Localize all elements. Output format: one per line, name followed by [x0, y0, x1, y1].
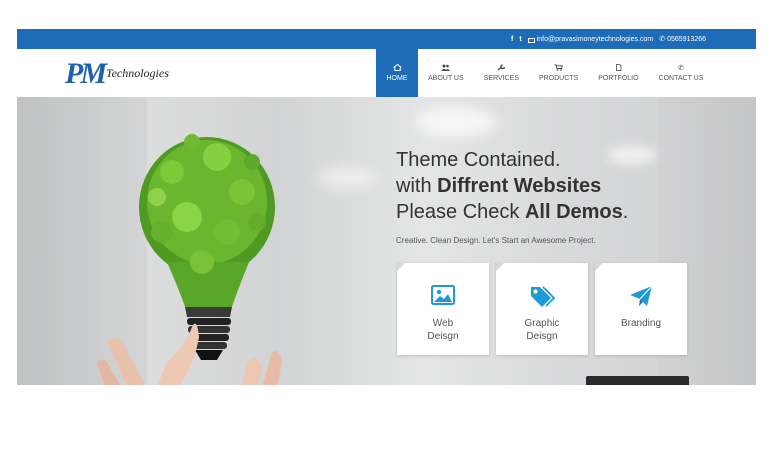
envelope-icon	[527, 37, 535, 43]
twitter-icon[interactable]: t	[519, 36, 521, 43]
tags-icon	[529, 285, 556, 307]
menu-label: SERVICES	[483, 75, 519, 82]
menu-item-home[interactable]: HOME	[376, 49, 418, 97]
menu-item-contact[interactable]: ✆ CONTACT US	[649, 49, 714, 97]
hero-tagline: Creative. Clean Design. Let's Start an A…	[396, 236, 596, 245]
wrench-icon	[497, 64, 506, 71]
hand	[97, 323, 282, 385]
plant-lightbulb-illustration	[97, 134, 282, 385]
email-link[interactable]: info@pravasimoneytechnologies.com	[527, 35, 654, 43]
website-frame: f t info@pravasimoneytechnologies.com ✆ …	[17, 29, 756, 385]
ceiling-light	[417, 107, 497, 137]
menu: HOME ABOUT US SERVICES PRODUCTS PORTFOLI…	[376, 49, 713, 97]
headline-line-3: Please Check All Demos.	[396, 201, 629, 223]
menu-item-products[interactable]: PRODUCTS	[529, 49, 588, 97]
headline-line-1: Theme Contained.	[396, 149, 561, 171]
cart-icon	[554, 64, 563, 71]
leaf-foliage	[139, 134, 275, 307]
phone-link[interactable]: ✆ 0565913266	[659, 35, 706, 44]
card-graphic-design[interactable]: Graphic Deisgn	[496, 263, 588, 355]
menu-label: PRODUCTS	[538, 75, 579, 82]
headline-line-2: with Diffrent Websites	[396, 175, 602, 197]
menu-label: HOME	[386, 75, 408, 82]
menu-item-services[interactable]: SERVICES	[474, 49, 529, 97]
card-branding[interactable]: Branding	[595, 263, 687, 355]
menu-label: PORTFOLIO	[598, 75, 639, 82]
top-bar: f t info@pravasimoneytechnologies.com ✆ …	[17, 29, 756, 49]
logo-mark: PM	[65, 57, 107, 90]
logo[interactable]: PM Technologies	[65, 57, 169, 90]
home-icon	[392, 64, 402, 71]
hero-headline: Theme Contained. with Diffrent Websites …	[396, 147, 628, 225]
facebook-icon[interactable]: f	[511, 36, 513, 43]
card-label: Web Deisgn	[427, 318, 459, 342]
users-icon	[441, 64, 451, 71]
service-cards: Web Deisgn Graphic Deisgn Branding	[397, 263, 687, 355]
phone-icon: ✆	[678, 64, 684, 72]
menu-label: CONTACT US	[658, 75, 704, 82]
menu-item-portfolio[interactable]: PORTFOLIO	[588, 49, 648, 97]
email-text: info@pravasimoneytechnologies.com	[536, 35, 654, 43]
phone-text: 0565913266	[667, 35, 706, 43]
phone-icon: ✆	[659, 36, 666, 43]
hero-banner: Theme Contained. with Diffrent Websites …	[17, 97, 756, 385]
dark-button[interactable]	[586, 376, 689, 385]
paper-plane-icon	[629, 285, 653, 307]
main-navigation: PM Technologies HOME ABOUT US SERVICES P…	[17, 49, 756, 97]
logo-word: Technologies	[106, 66, 169, 80]
card-web-design[interactable]: Web Deisgn	[397, 263, 489, 355]
menu-item-about[interactable]: ABOUT US	[418, 49, 474, 97]
card-label: Branding	[620, 318, 662, 329]
card-label: Graphic Deisgn	[524, 318, 560, 342]
document-icon	[614, 64, 623, 71]
menu-label: ABOUT US	[428, 75, 464, 82]
image-icon	[431, 285, 455, 307]
